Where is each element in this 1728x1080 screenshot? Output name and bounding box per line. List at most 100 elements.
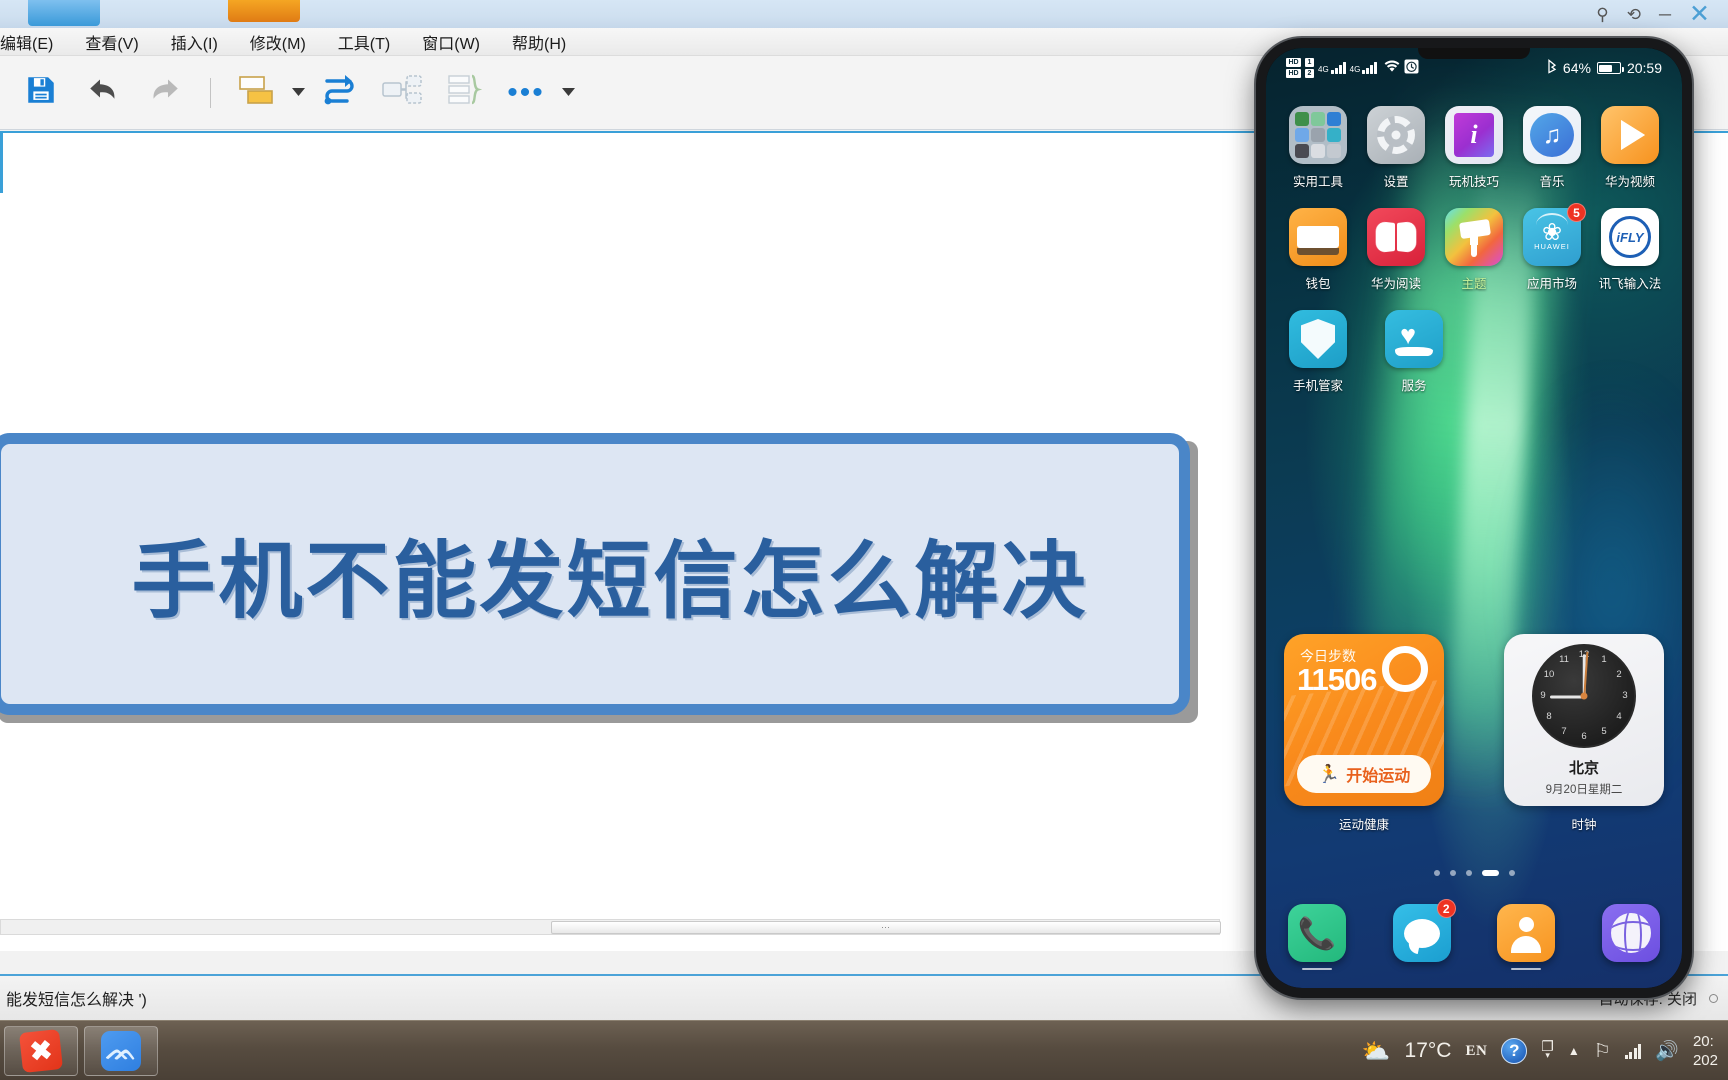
- taskbar-clock[interactable]: 20: 202: [1693, 1032, 1720, 1070]
- dock-browser-app[interactable]: [1601, 904, 1660, 962]
- save-button[interactable]: [10, 62, 72, 124]
- app-icon-wrap: ♥: [1385, 310, 1443, 368]
- wallet-icon: [1289, 208, 1347, 266]
- app-utilities-folder[interactable]: 实用工具: [1280, 106, 1356, 190]
- relationship-button[interactable]: [309, 62, 371, 124]
- start-exercise-button[interactable]: 🏃 开始运动: [1297, 755, 1431, 793]
- menu-item-tools[interactable]: 工具(T): [322, 30, 406, 54]
- network-signal-icon[interactable]: [1624, 1043, 1642, 1059]
- boundary-button[interactable]: [433, 62, 495, 124]
- taskbar-item-xmind[interactable]: ✖: [4, 1025, 78, 1076]
- volume-icon[interactable]: 🔊: [1655, 1039, 1679, 1063]
- menu-item-edit[interactable]: 编辑(E): [0, 30, 69, 54]
- insert-topic-button[interactable]: [225, 62, 287, 124]
- app-wallet[interactable]: 钱包: [1280, 208, 1356, 292]
- page-dot-1[interactable]: [1433, 870, 1440, 876]
- menu-item-insert[interactable]: 插入(I): [155, 30, 234, 54]
- dock-phone-app[interactable]: 📞: [1288, 904, 1346, 970]
- app-music[interactable]: ♫ 音乐: [1514, 106, 1590, 190]
- redo-button[interactable]: [134, 62, 196, 124]
- home-page-indicator[interactable]: [1266, 870, 1682, 876]
- clock-widget[interactable]: 12 1 2 3 4 5 6 7 8 9 10 11: [1504, 634, 1664, 806]
- music-icon: ♫: [1523, 106, 1581, 164]
- app-row: 实用工具 设置 i 玩机技巧 ♫ 音乐 华为视频: [1280, 106, 1668, 190]
- folder-mini-9: [1327, 144, 1341, 158]
- health-widget[interactable]: 今日步数 11506 🏃 开始运动: [1284, 634, 1444, 806]
- partly-cloudy-icon[interactable]: ⛅: [1362, 1038, 1391, 1065]
- app-tips[interactable]: i 玩机技巧: [1436, 106, 1512, 190]
- app-ifly-input[interactable]: iFLY 讯飞输入法: [1592, 208, 1668, 292]
- app-icon-wrap: [1367, 106, 1425, 164]
- folder-mini-4: [1295, 128, 1309, 142]
- more-button[interactable]: •••: [495, 62, 557, 124]
- undo-button[interactable]: [72, 62, 134, 124]
- window-switch-icon[interactable]: ❐ ▾: [1541, 1039, 1554, 1060]
- folder-mini-grid: [1295, 112, 1341, 158]
- flag-icon[interactable]: ⚐: [1594, 1040, 1611, 1063]
- chevron-down-icon: ▾: [1545, 1050, 1550, 1060]
- help-icon[interactable]: ?: [1501, 1038, 1528, 1064]
- app-icon-wrap: [1601, 106, 1659, 164]
- dock-messages-app[interactable]: 2: [1392, 899, 1456, 962]
- relationship-arrow-icon: [321, 72, 359, 113]
- restore-icon[interactable]: ⟲: [1627, 6, 1641, 23]
- app-gallery-arc: [1536, 213, 1568, 225]
- app-phone-manager[interactable]: 手机管家: [1280, 310, 1356, 394]
- huawei-wordmark: HUAWEI: [1534, 241, 1570, 251]
- folder-mini-7: [1295, 144, 1309, 158]
- canvas-left-accent: [0, 133, 3, 193]
- clock-hour-hand: [1550, 696, 1584, 699]
- menu-item-modify[interactable]: 修改(M): [234, 30, 322, 54]
- huawei-video-icon: [1601, 106, 1659, 164]
- page-dot-2[interactable]: [1449, 870, 1456, 876]
- page-dot-5[interactable]: [1508, 870, 1515, 876]
- menu-item-help[interactable]: 帮助(H): [496, 30, 582, 54]
- app-app-gallery[interactable]: ❀ HUAWEI 5 应用市场: [1514, 203, 1590, 292]
- bluetooth-icon: [1547, 59, 1557, 77]
- phone-screen[interactable]: HD HD 1 2 4G 4G 64% 20:59 实用工具 设置 i 玩机技巧…: [1266, 48, 1682, 988]
- menu-item-window[interactable]: 窗口(W): [406, 30, 496, 54]
- signal-bars-1-icon: [1330, 62, 1346, 74]
- app-service[interactable]: ♥ 服务: [1376, 310, 1452, 394]
- app-icon-wrap: i: [1445, 106, 1503, 164]
- huawei-logo: ❀ HUAWEI: [1534, 220, 1570, 251]
- page-dot-3[interactable]: [1465, 870, 1472, 876]
- app-themes[interactable]: 主题: [1436, 208, 1512, 292]
- app-row: 手机管家 ♥ 服务: [1280, 310, 1668, 394]
- clock-numeral: 2: [1616, 669, 1622, 680]
- page-dot-4-active[interactable]: [1481, 870, 1499, 876]
- hand-shape: [1395, 347, 1433, 356]
- central-topic-node[interactable]: 手机不能发短信怎么解决: [0, 433, 1200, 723]
- app-settings[interactable]: 设置: [1358, 106, 1434, 190]
- summary-button[interactable]: [371, 62, 433, 124]
- close-icon[interactable]: ✕: [1689, 1, 1710, 27]
- taskbar-item-screen-mirror[interactable]: ᨏ: [84, 1025, 158, 1076]
- central-topic-box[interactable]: 手机不能发短信怎么解决: [0, 433, 1190, 715]
- canvas-scrollbar-thumb[interactable]: ⋯: [551, 921, 1221, 934]
- canvas-horizontal-scrollbar[interactable]: ⋯: [0, 919, 1221, 935]
- phone-notch: [1418, 48, 1530, 59]
- phone-mirror-window[interactable]: HD HD 1 2 4G 4G 64% 20:59 实用工具 设置 i 玩机技巧…: [1256, 38, 1692, 998]
- more-dropdown[interactable]: [557, 62, 579, 124]
- brush-shape: [1454, 217, 1494, 257]
- input-language-indicator[interactable]: EN: [1465, 1043, 1487, 1060]
- clock-numeral: 7: [1561, 726, 1567, 737]
- show-hidden-icons-arrow[interactable]: ▲: [1568, 1044, 1580, 1058]
- pin-icon[interactable]: ⚲: [1596, 6, 1608, 23]
- brush-handle: [1471, 243, 1477, 257]
- home-screen-app-grid: 实用工具 设置 i 玩机技巧 ♫ 音乐 华为视频 钱包 华为阅读 主题 ❀ HU…: [1266, 106, 1682, 412]
- app-label: 服务: [1401, 379, 1427, 393]
- app-icon-wrap: [1289, 106, 1347, 164]
- insert-topic-dropdown[interactable]: [287, 62, 309, 124]
- signal-group-2: 4G: [1350, 62, 1378, 74]
- open-book-shape: [1375, 220, 1417, 254]
- menu-item-view[interactable]: 查看(V): [69, 30, 154, 54]
- app-icon-wrap: [1289, 310, 1347, 368]
- app-huawei-video[interactable]: 华为视频: [1592, 106, 1668, 190]
- sim2-volte-icon: HD: [1286, 69, 1301, 78]
- tips-letter-i: i: [1454, 113, 1494, 157]
- status-clock-label: 20:59: [1626, 60, 1662, 76]
- dock-contacts-app[interactable]: [1497, 904, 1556, 970]
- app-huawei-reader[interactable]: 华为阅读: [1358, 208, 1434, 292]
- minimize-icon[interactable]: ─: [1659, 6, 1671, 23]
